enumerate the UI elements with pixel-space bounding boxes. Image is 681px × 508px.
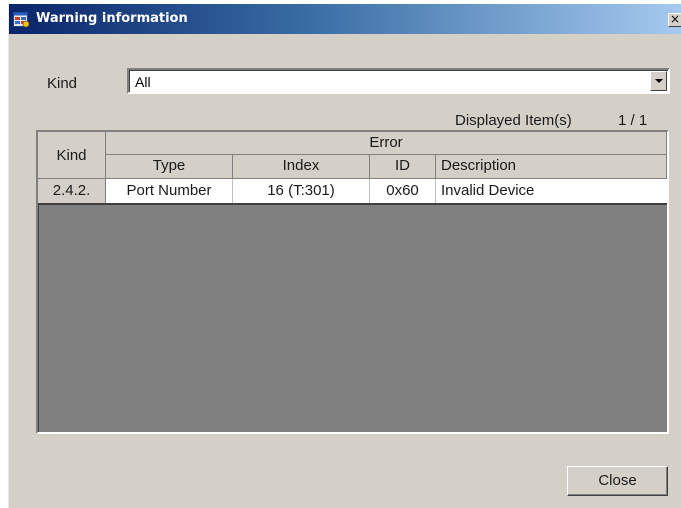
kind-filter-select[interactable]: All [127, 68, 670, 94]
title-close-button[interactable]: × [668, 13, 681, 27]
kind-filter-label: Kind [47, 75, 78, 92]
warning-grid[interactable]: Kind Error Type Index ID Description 2.4… [36, 130, 669, 434]
displayed-items-label: Displayed Item(s) [455, 112, 572, 129]
close-icon: × [669, 12, 681, 26]
cell-description: Invalid Device [441, 182, 535, 199]
cell-index: 16 (T:301) [233, 179, 370, 203]
cell-type: Port Number [106, 179, 233, 203]
kind-filter-value: All [135, 74, 151, 90]
column-header-kind[interactable]: Kind [38, 132, 106, 179]
column-header-type[interactable]: Type [106, 155, 233, 179]
close-button[interactable]: Close [567, 466, 668, 496]
chevron-down-icon[interactable] [650, 71, 667, 91]
displayed-items-count: 1 / 1 [618, 112, 648, 129]
cell-id: 0x60 [370, 179, 436, 203]
column-header-description[interactable]: Description [436, 155, 667, 179]
column-header-index[interactable]: Index [233, 155, 370, 179]
cell-kind: 2.4.2. [38, 179, 106, 203]
column-header-id[interactable]: ID [370, 155, 436, 179]
dialog-body: Kind All Displayed Item(s) 1 / 1 Kind Er… [9, 34, 681, 508]
warning-information-dialog: Warning information × Kind All Displayed… [8, 4, 681, 508]
table-row[interactable]: 2.4.2. Port Number 16 (T:301) 0x60 Inval… [38, 179, 667, 205]
window-title: Warning information [36, 11, 188, 26]
column-group-error: Error [106, 132, 667, 155]
warning-info-icon [13, 12, 30, 28]
title-bar[interactable]: Warning information × [9, 4, 681, 34]
